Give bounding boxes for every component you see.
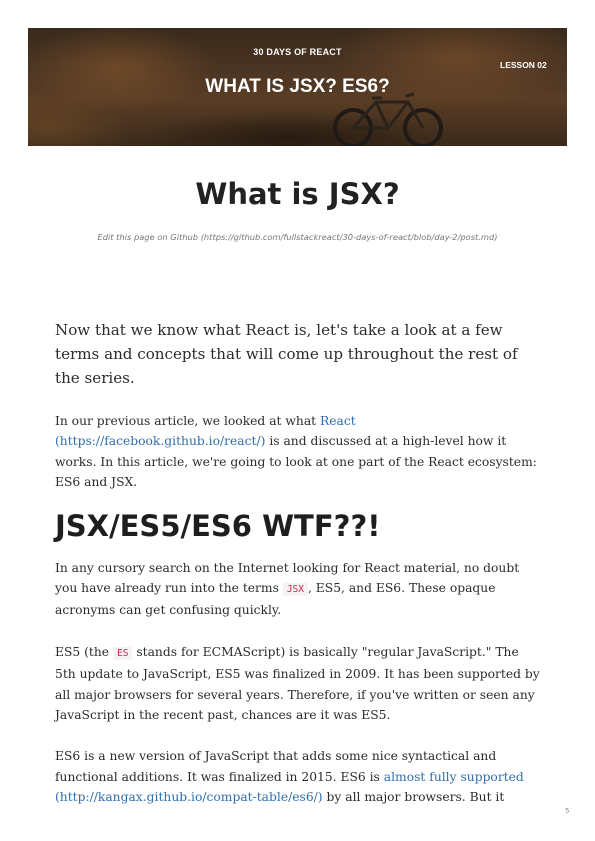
jsx-inline-code: JSX [282,583,308,597]
lead-paragraph: Now that we know what React is, let's ta… [55,321,518,387]
section-heading: JSX/ES5/ES6 WTF??! [55,508,381,543]
article-body: Now that we know what React is, let's ta… [55,318,540,829]
es5-text-before: ES5 (the [55,644,113,659]
banner-series-title: 30 DAYS OF REACT [253,47,342,57]
edit-on-github-link[interactable]: Edit this page on Github (https://github… [0,232,595,242]
es6-text-after: by all major browsers. But it [322,790,505,805]
bicycle-image [333,92,443,146]
es5-paragraph: ES5 (the ES stands for ECMAScript) is ba… [55,642,540,726]
es-inline-code: ES [112,646,133,660]
page-number: 5 [565,807,570,815]
intro-text-before: In our previous article, we looked at wh… [55,414,321,428]
intro-paragraph: In our previous article, we looked at wh… [55,411,540,493]
lesson-banner: 30 DAYS OF REACT WHAT IS JSX? ES6? LESSO… [28,28,567,146]
es6-paragraph: ES6 is a new version of JavaScript that … [55,746,540,807]
banner-lesson-number: LESSON 02 [500,60,547,70]
banner-lesson-title: WHAT IS JSX? ES6? [205,76,390,97]
terms-paragraph: In any cursory search on the Internet lo… [55,558,540,621]
page-title: What is JSX? [195,177,400,211]
